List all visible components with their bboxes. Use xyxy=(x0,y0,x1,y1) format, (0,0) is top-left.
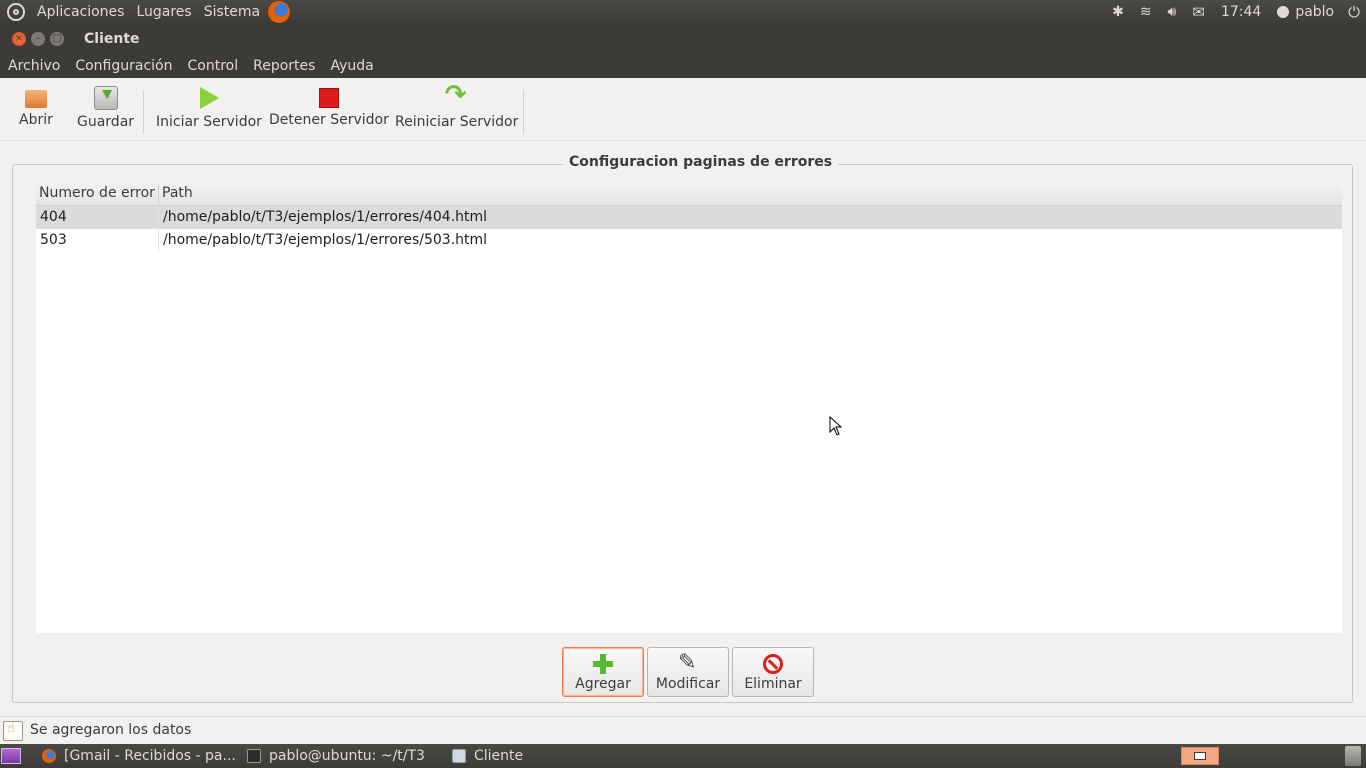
pencil-icon xyxy=(678,650,698,675)
plus-icon xyxy=(593,654,613,674)
cell-path: /home/pablo/t/T3/ejemplos/1/errores/503.… xyxy=(163,232,488,248)
start-server-button[interactable]: Iniciar Servidor xyxy=(156,86,262,136)
no-entry-icon xyxy=(763,654,783,674)
task-gmail[interactable]: [Gmail - Recibidos - pa... xyxy=(42,744,236,768)
start-server-label: Iniciar Servidor xyxy=(156,114,262,130)
column-header-error-number[interactable]: Numero de error xyxy=(39,185,155,201)
stop-server-button[interactable]: Detener Servidor xyxy=(269,86,389,136)
trash-icon[interactable] xyxy=(1345,746,1361,766)
terminal-icon xyxy=(247,749,261,763)
folder-open-icon xyxy=(24,90,47,108)
panel-menu-places[interactable]: Lugares xyxy=(130,4,197,20)
stop-server-label: Detener Servidor xyxy=(269,112,389,128)
delete-button[interactable]: Eliminar xyxy=(732,647,814,697)
panel-indicators: ✱ ≋ 🔊︎ ✉ 17:44 pablo ⏻ xyxy=(1104,0,1366,24)
clock[interactable]: 17:44 xyxy=(1221,4,1261,20)
cell-error-number: 404 xyxy=(40,209,67,225)
task-label: [Gmail - Recibidos - pa... xyxy=(64,748,236,764)
menu-archivo[interactable]: Archivo xyxy=(1,58,67,74)
maximize-icon[interactable]: □ xyxy=(50,32,64,46)
cell-error-number: 503 xyxy=(40,232,67,248)
status-hand-icon xyxy=(3,721,23,741)
toolbar: Abrir Guardar Iniciar Servidor Detener S… xyxy=(0,78,1366,141)
frame-title: Configuracion paginas de errores xyxy=(563,154,839,170)
user-menu[interactable]: pablo xyxy=(1277,4,1334,20)
taskbar: [Gmail - Recibidos - pa... pablo@ubuntu:… xyxy=(0,744,1366,768)
open-label: Abrir xyxy=(19,112,53,128)
redo-icon xyxy=(445,80,469,110)
status-text: Se agregaron los datos xyxy=(30,722,192,738)
stop-icon xyxy=(318,88,339,108)
mail-icon[interactable]: ✉ xyxy=(1192,3,1205,21)
workspace-switcher[interactable] xyxy=(1181,747,1219,765)
mouse-cursor-icon xyxy=(829,416,843,436)
volume-icon[interactable]: 🔊︎ xyxy=(1168,4,1177,20)
delete-label: Eliminar xyxy=(744,676,802,692)
menu-reportes[interactable]: Reportes xyxy=(246,58,322,74)
close-icon[interactable]: × xyxy=(12,32,26,46)
wifi-icon[interactable]: ≋ xyxy=(1140,4,1152,20)
play-icon xyxy=(197,86,221,110)
window-icon xyxy=(452,749,466,763)
add-button[interactable]: Agregar xyxy=(562,647,644,697)
task-label: Cliente xyxy=(474,748,524,764)
ubuntu-logo-icon[interactable] xyxy=(7,3,25,21)
minimize-icon[interactable]: – xyxy=(31,32,45,46)
task-terminal[interactable]: pablo@ubuntu: ~/t/T3 xyxy=(247,744,425,768)
show-desktop-icon[interactable] xyxy=(1,748,21,764)
status-bar: Se agregaron los datos xyxy=(0,716,1366,745)
window-title: Cliente xyxy=(84,31,140,47)
open-button[interactable]: Abrir xyxy=(19,86,53,136)
bluetooth-icon[interactable]: ✱ xyxy=(1112,4,1124,20)
power-icon[interactable]: ⏻ xyxy=(1348,3,1360,21)
cell-divider xyxy=(158,229,159,252)
panel-menu-system[interactable]: Sistema xyxy=(198,4,266,20)
user-icon xyxy=(1277,6,1290,18)
modify-button[interactable]: Modificar xyxy=(647,647,729,697)
column-header-path[interactable]: Path xyxy=(162,185,193,201)
table-header: Numero de error Path xyxy=(36,182,1342,208)
modify-label: Modificar xyxy=(655,676,721,692)
column-divider[interactable] xyxy=(158,185,159,208)
firefox-launcher-icon[interactable] xyxy=(268,1,291,23)
task-cliente[interactable]: Cliente xyxy=(452,744,523,768)
user-name: pablo xyxy=(1295,4,1335,20)
restart-server-button[interactable]: Reiniciar Servidor xyxy=(395,80,519,136)
cell-divider xyxy=(158,206,159,229)
cell-path: /home/pablo/t/T3/ejemplos/1/errores/404.… xyxy=(163,209,488,225)
table-row[interactable]: 404 /home/pablo/t/T3/ejemplos/1/errores/… xyxy=(36,206,1342,229)
save-button[interactable]: Guardar xyxy=(77,86,134,136)
add-label: Agregar xyxy=(575,676,631,692)
panel-menu-applications[interactable]: Aplicaciones xyxy=(31,4,130,20)
restart-server-label: Reiniciar Servidor xyxy=(395,114,519,130)
save-label: Guardar xyxy=(77,114,135,130)
window-titlebar[interactable]: × – □ Cliente xyxy=(0,24,1366,54)
error-pages-table[interactable]: Numero de error Path 404 /home/pablo/t/T… xyxy=(36,182,1342,633)
menu-control[interactable]: Control xyxy=(181,58,246,74)
firefox-icon xyxy=(42,749,56,763)
top-panel: Aplicaciones Lugares Sistema ✱ ≋ 🔊︎ ✉ 17… xyxy=(0,0,1366,24)
save-icon xyxy=(93,86,118,110)
toolbar-separator xyxy=(143,90,144,134)
toolbar-separator xyxy=(523,90,524,134)
table-row[interactable]: 503 /home/pablo/t/T3/ejemplos/1/errores/… xyxy=(36,229,1342,252)
menu-configuracion[interactable]: Configuración xyxy=(68,58,179,74)
menu-ayuda[interactable]: Ayuda xyxy=(323,58,380,74)
task-label: pablo@ubuntu: ~/t/T3 xyxy=(269,748,425,764)
menubar: Archivo Configuración Control Reportes A… xyxy=(0,54,1366,78)
